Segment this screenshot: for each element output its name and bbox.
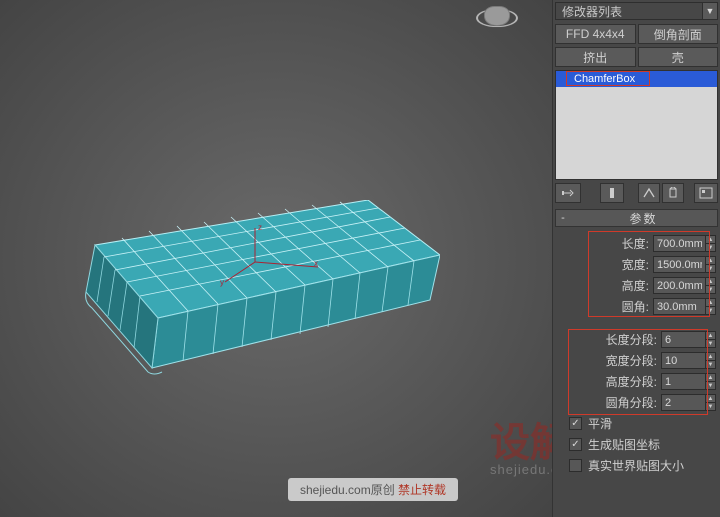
spinner-up-icon[interactable]: ▲ xyxy=(705,394,716,402)
real-world-label: 真实世界贴图大小 xyxy=(588,457,684,474)
length-seg-label: 长度分段: xyxy=(601,331,657,348)
spinner-down-icon[interactable]: ▼ xyxy=(705,264,716,273)
spinner-down-icon[interactable]: ▼ xyxy=(705,339,716,348)
spinner-down-icon[interactable]: ▼ xyxy=(705,243,716,252)
mod-btn-chamfer-profile[interactable]: 倒角剖面 xyxy=(638,24,719,44)
svg-text:x: x xyxy=(314,259,318,268)
modifier-list-dropdown[interactable]: 修改器列表 ▼ xyxy=(555,2,718,20)
chamferbox-model[interactable]: x y z xyxy=(60,200,440,380)
dropdown-arrow-icon[interactable]: ▼ xyxy=(702,2,718,20)
width-seg-input[interactable] xyxy=(661,352,705,369)
spinner-down-icon[interactable]: ▼ xyxy=(705,381,716,390)
gen-uv-checkbox[interactable]: ✓ xyxy=(569,438,582,451)
mod-btn-shell[interactable]: 壳 xyxy=(638,47,719,67)
spinner-up-icon[interactable]: ▲ xyxy=(705,235,716,243)
spinner-up-icon[interactable]: ▲ xyxy=(705,331,716,339)
spinner-up-icon[interactable]: ▲ xyxy=(705,298,716,306)
credit-bar: shejiedu.com原创 禁止转载 xyxy=(288,478,458,501)
width-input[interactable] xyxy=(653,256,705,273)
watermark-text: 设解 xyxy=(490,421,553,465)
fillet-input[interactable] xyxy=(653,298,705,315)
rollout-title: 参数 xyxy=(570,210,717,227)
spinner-down-icon[interactable]: ▼ xyxy=(705,306,716,315)
credit-ban: 禁止转载 xyxy=(398,483,446,497)
fillet-seg-label: 圆角分段: xyxy=(601,394,657,411)
height-seg-label: 高度分段: xyxy=(601,373,657,390)
pin-stack-button[interactable] xyxy=(555,183,581,203)
spinner-up-icon[interactable]: ▲ xyxy=(705,352,716,360)
length-seg-input[interactable] xyxy=(661,331,705,348)
width-seg-label: 宽度分段: xyxy=(601,352,657,369)
stack-item-chamferbox[interactable]: ChamferBox xyxy=(556,71,717,87)
watermark-url: shejiedu.com xyxy=(490,462,553,477)
svg-text:z: z xyxy=(258,223,262,232)
width-label: 宽度: xyxy=(593,256,649,273)
spinner-up-icon[interactable]: ▲ xyxy=(705,277,716,285)
fillet-seg-input[interactable] xyxy=(661,394,705,411)
height-seg-input[interactable] xyxy=(661,373,705,390)
modifier-stack[interactable]: ChamferBox xyxy=(555,70,718,180)
params-rollout: 长度: ▲ ▼ 宽度: ▲▼ 高度: ▲▼ 圆角: xyxy=(555,227,718,484)
spinner-down-icon[interactable]: ▼ xyxy=(705,360,716,369)
height-label: 高度: xyxy=(593,277,649,294)
spinner-up-icon[interactable]: ▲ xyxy=(705,373,716,381)
view-cube-gizmo[interactable] xyxy=(476,2,520,38)
svg-text:y: y xyxy=(220,278,224,287)
rollout-header-params[interactable]: - 参数 xyxy=(555,209,718,227)
spinner-up-icon[interactable]: ▲ xyxy=(705,256,716,264)
modifier-list-label: 修改器列表 xyxy=(562,3,622,20)
configure-sets-button[interactable] xyxy=(694,183,718,203)
real-world-checkbox[interactable] xyxy=(569,459,582,472)
show-end-result-button[interactable] xyxy=(600,183,624,203)
mod-btn-extrude[interactable]: 挤出 xyxy=(555,47,636,67)
mod-btn-ffd[interactable]: FFD 4x4x4 xyxy=(555,24,636,44)
collapse-icon: - xyxy=(556,212,570,224)
viewport[interactable]: x y z 设解 shejiedu.com shejiedu.com原创 禁止转… xyxy=(0,0,553,517)
smooth-checkbox[interactable]: ✓ xyxy=(569,417,582,430)
spinner-down-icon[interactable]: ▼ xyxy=(705,402,716,411)
command-panel: 修改器列表 ▼ FFD 4x4x4 倒角剖面 挤出 壳 ChamferBox xyxy=(553,0,720,517)
length-label: 长度: xyxy=(593,235,649,252)
credit-text: shejiedu.com原创 xyxy=(300,483,398,497)
smooth-label: 平滑 xyxy=(588,415,612,432)
remove-modifier-button[interactable] xyxy=(662,183,684,203)
make-unique-button[interactable] xyxy=(638,183,660,203)
gen-uv-label: 生成贴图坐标 xyxy=(588,436,660,453)
height-input[interactable] xyxy=(653,277,705,294)
stack-toolbar xyxy=(555,183,718,203)
spinner-down-icon[interactable]: ▼ xyxy=(705,285,716,294)
watermark: 设解 shejiedu.com xyxy=(490,410,553,477)
length-input[interactable] xyxy=(653,235,705,252)
fillet-label: 圆角: xyxy=(593,298,649,315)
